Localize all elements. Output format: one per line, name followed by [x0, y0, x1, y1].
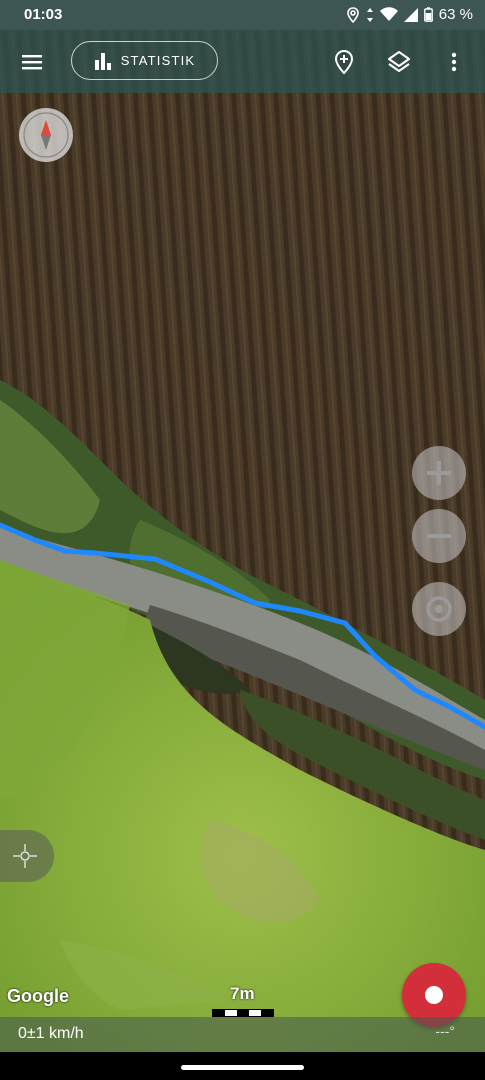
statistics-label: STATISTIK	[120, 53, 196, 68]
hamburger-menu-icon[interactable]	[18, 48, 46, 76]
add-location-icon[interactable]	[330, 48, 358, 76]
speed-bar: 0±1 km/h ---°	[0, 1017, 485, 1052]
scale-label: 7m	[230, 984, 255, 1003]
plus-icon	[427, 461, 451, 485]
data-arrows-icon	[366, 7, 373, 22]
record-icon	[425, 986, 443, 1004]
map-scale: 7m	[212, 984, 274, 1018]
more-vertical-icon[interactable]	[440, 48, 468, 76]
wifi-icon	[379, 7, 398, 21]
signal-icon	[403, 7, 418, 22]
minus-icon	[427, 534, 451, 538]
center-map-button[interactable]	[412, 582, 466, 636]
compass-icon	[23, 112, 69, 158]
zoom-in-button[interactable]	[412, 446, 466, 500]
compass-button[interactable]	[19, 108, 73, 162]
target-icon	[426, 596, 452, 622]
zoom-out-button[interactable]	[412, 509, 466, 563]
status-time: 01:03	[24, 6, 63, 23]
battery-icon	[423, 7, 433, 22]
heading-readout: ---°	[435, 1023, 455, 1039]
statistics-button[interactable]: STATISTIK	[71, 41, 218, 80]
bar-chart-icon	[94, 52, 111, 70]
speed-readout: 0±1 km/h	[18, 1025, 84, 1042]
app-toolbar: STATISTIK	[0, 30, 485, 93]
google-attribution: Google	[7, 986, 69, 1006]
location-icon	[346, 6, 359, 23]
home-gesture-handle[interactable]	[181, 1065, 304, 1070]
layers-icon[interactable]	[385, 48, 413, 76]
gps-locate-button[interactable]	[0, 830, 54, 882]
scale-bar	[212, 1009, 274, 1017]
status-icons: 63 %	[346, 6, 473, 23]
system-nav-bar	[0, 1052, 485, 1080]
crosshair-icon	[13, 844, 37, 868]
battery-level: 63 %	[438, 6, 473, 23]
status-bar: 01:03 63 %	[0, 0, 485, 30]
